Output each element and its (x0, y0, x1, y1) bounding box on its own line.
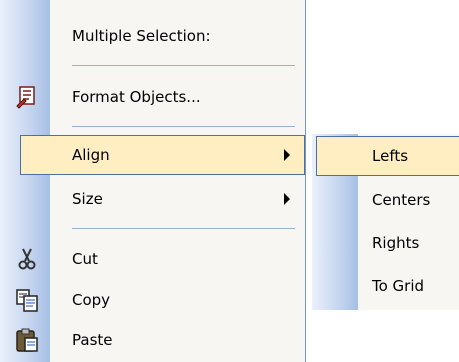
menu-header-multiple-selection: Multiple Selection: (0, 16, 305, 56)
menu-separator (72, 228, 295, 229)
format-objects-icon (14, 84, 40, 110)
menu-item-align[interactable]: Align (20, 135, 305, 175)
menu-item-label: Size (72, 190, 103, 208)
menu-item-label: Format Objects... (72, 88, 201, 106)
menu-item-paste[interactable]: Paste (0, 320, 305, 360)
menu-item-label: Paste (72, 331, 113, 349)
submenu-item-label: To Grid (372, 277, 425, 295)
menu-header-label: Multiple Selection: (72, 27, 211, 45)
submenu-item-to-grid[interactable]: To Grid (312, 266, 459, 306)
menu-separator (72, 126, 295, 127)
paste-icon (14, 327, 40, 353)
menu-item-size[interactable]: Size (0, 179, 305, 219)
menu-item-format-objects[interactable]: Format Objects... (0, 77, 305, 117)
menu-item-label: Cut (72, 250, 98, 268)
menu-item-label: Align (72, 146, 110, 164)
align-submenu: Lefts Centers Rights To Grid (312, 134, 459, 310)
menu-item-cut[interactable]: Cut (0, 239, 305, 279)
menu-item-label: Copy (72, 291, 111, 309)
menu-item-copy[interactable]: Copy (0, 280, 305, 320)
submenu-arrow-icon (284, 149, 290, 161)
scissors-icon (14, 246, 40, 272)
context-menu: Multiple Selection: Format Objects... Al… (0, 0, 306, 362)
submenu-item-centers[interactable]: Centers (312, 180, 459, 220)
submenu-item-lefts[interactable]: Lefts (316, 136, 459, 176)
copy-icon (14, 287, 40, 313)
submenu-item-label: Lefts (372, 147, 409, 165)
submenu-item-label: Rights (372, 234, 420, 252)
menu-separator (72, 65, 295, 66)
submenu-item-rights[interactable]: Rights (312, 223, 459, 263)
submenu-item-label: Centers (372, 191, 431, 209)
submenu-arrow-icon (284, 193, 290, 205)
